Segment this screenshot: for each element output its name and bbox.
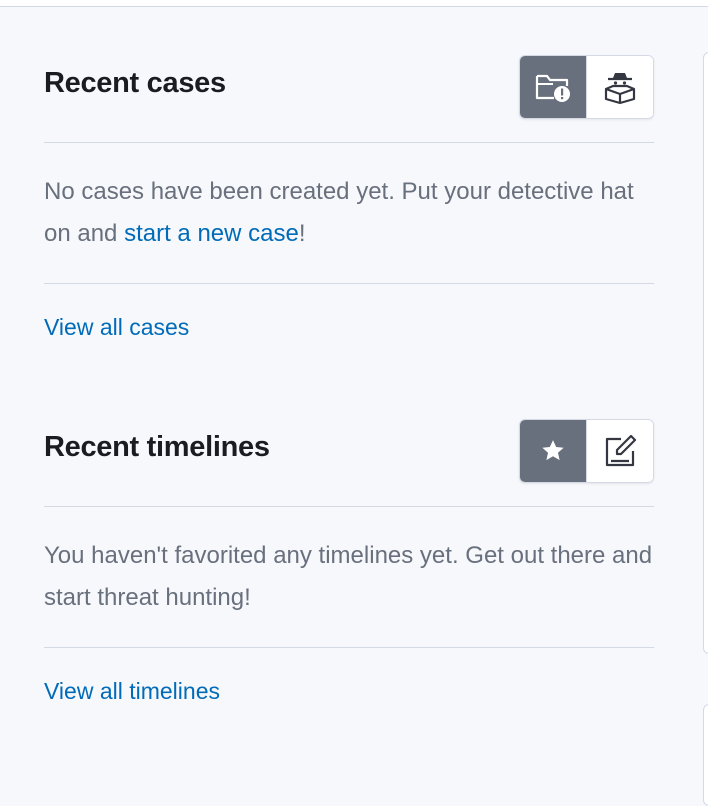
cases-empty-message: No cases have been created yet. Put your… [44, 171, 654, 255]
edit-icon [605, 434, 637, 467]
view-all-timelines-link[interactable]: View all timelines [44, 678, 220, 705]
divider [44, 142, 654, 143]
divider [44, 506, 654, 507]
detective-icon [604, 73, 636, 105]
star-icon [542, 440, 564, 461]
adjacent-panel-lower [703, 704, 708, 806]
recent-cases-header: Recent cases [44, 55, 654, 119]
folder-exclamation-icon [535, 74, 570, 102]
cases-toggle-button[interactable] [520, 56, 586, 118]
detective-toggle-button[interactable] [586, 56, 653, 118]
timelines-view-toggle [519, 419, 654, 483]
top-border [0, 0, 708, 7]
cases-empty-punctuation: ! [298, 220, 306, 247]
recent-timelines-header: Recent timelines [44, 419, 654, 483]
start-new-case-link[interactable]: start a new case [124, 220, 299, 247]
divider [44, 283, 654, 284]
recent-timelines-title: Recent timelines [44, 431, 270, 463]
recent-timelines-section: Recent timelines You haven't favorited a… [44, 419, 654, 705]
view-all-cases-link[interactable]: View all cases [44, 314, 189, 341]
recent-cases-section: Recent cases No cases have been created … [44, 55, 654, 341]
adjacent-panel [703, 52, 708, 654]
timelines-empty-message: You haven't favorited any timelines yet.… [44, 542, 653, 611]
recent-cases-title: Recent cases [44, 67, 226, 99]
edit-toggle-button[interactable] [586, 420, 653, 482]
divider [44, 647, 654, 648]
favorites-toggle-button[interactable] [520, 420, 586, 482]
cases-view-toggle [519, 55, 654, 119]
